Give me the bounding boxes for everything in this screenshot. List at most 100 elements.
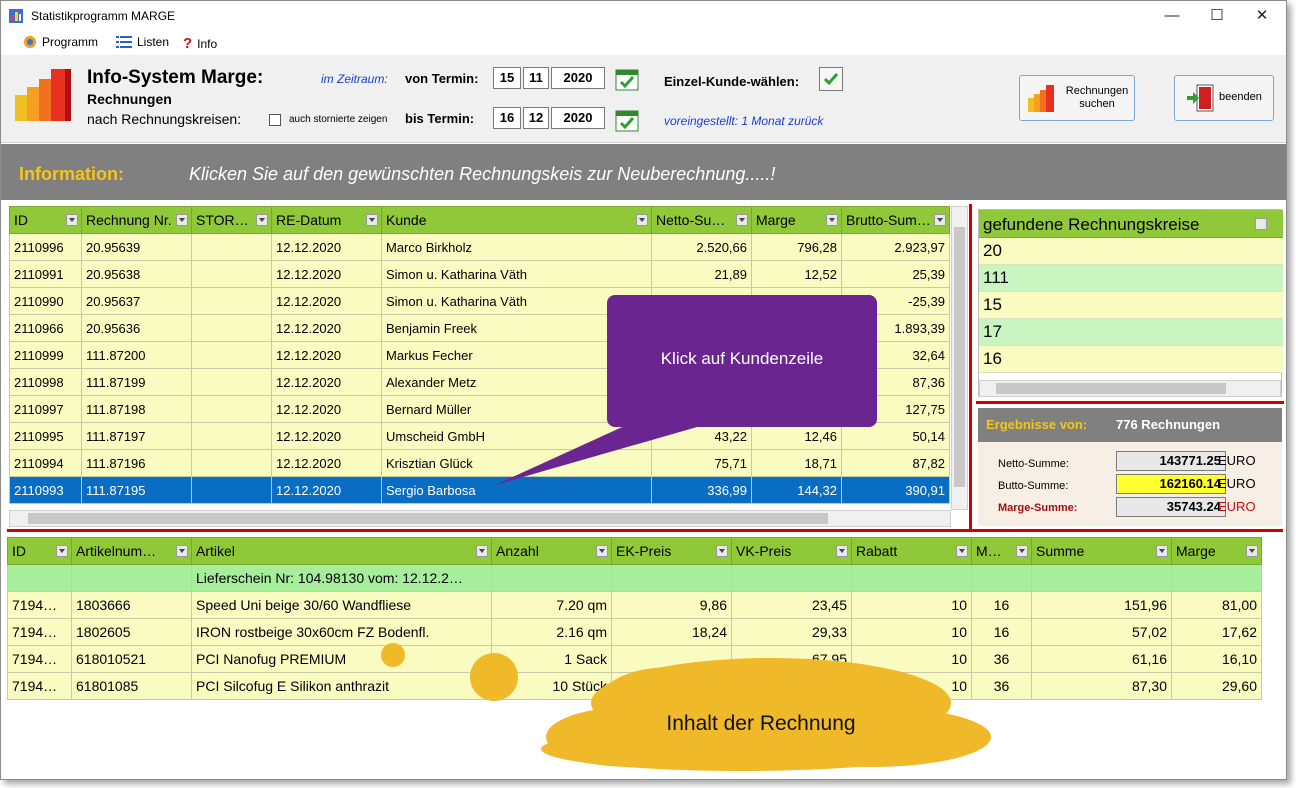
kreise-item[interactable]: 16 [979,346,1283,373]
table-cell: 2.923,97 [841,233,950,261]
von-year-input[interactable]: 2020 [551,67,605,89]
table-cell: Marco Birkholz [381,233,652,261]
table-cell: 2110966 [9,314,82,342]
brutto-value: 162160.14 [1116,474,1226,494]
dropdown-arrow-icon[interactable] [934,214,946,226]
dropdown-arrow-icon[interactable] [716,545,728,557]
items-col-header[interactable]: Artikelnum… [71,537,192,565]
table-row[interactable]: 2110996 20.95639 12.12.2020 Marco Birkholz 2… [9,233,950,261]
table-cell: 7.20 qm [491,591,612,619]
table-cell: 111.87195 [81,476,192,504]
kreise-item[interactable]: 20 [979,238,1283,265]
menu-info[interactable]: ? Info [183,35,217,52]
minimize-button[interactable]: — [1149,1,1195,31]
items-col-header[interactable]: Summe [1031,537,1172,565]
dropdown-arrow-icon[interactable] [636,214,648,226]
table-cell: 7194… [7,645,72,673]
invoice-col-label: Brutto-Sum… [846,212,931,228]
von-month-input[interactable]: 11 [523,67,549,89]
dropdown-arrow-icon[interactable] [256,214,268,226]
dropdown-arrow-icon[interactable] [836,545,848,557]
dropdown-arrow-icon[interactable] [366,214,378,226]
invoice-col-header[interactable]: Brutto-Sum… [841,206,950,234]
storno-checkbox[interactable] [269,114,281,126]
invoice-hscroll[interactable] [9,510,951,527]
menu-programm[interactable]: Programm [23,35,98,49]
items-col-label: Rabatt [856,543,898,559]
dropdown-arrow-icon[interactable] [476,545,488,557]
kreise-item[interactable]: 15 [979,292,1283,319]
dropdown-arrow-icon[interactable] [176,545,188,557]
kreise-item[interactable]: 17 [979,319,1283,346]
items-col-header[interactable]: Anzahl [491,537,612,565]
invoice-col-label: RE-Datum [276,212,342,228]
rechnungen-suchen-button[interactable]: Rechnungen suchen [1019,75,1135,121]
storno-label: auch stornierte zeigen [289,114,388,125]
invoice-col-header[interactable]: ID [9,206,82,234]
check-icon [823,73,839,86]
table-row[interactable]: 2110991 20.95638 12.12.2020 Simon u. Kathar… [9,260,950,288]
close-button[interactable]: ✕ [1239,1,1285,31]
calendar-check-icon[interactable] [615,108,639,132]
invoice-col-header[interactable]: Kunde [381,206,652,234]
table-cell: 16,10 [1171,645,1262,673]
table-cell: 618010521 [71,645,192,673]
items-col-header[interactable]: M… [971,537,1032,565]
invoice-col-header[interactable]: STOR… [191,206,272,234]
invoice-col-header[interactable]: RE-Datum [271,206,382,234]
dropdown-arrow-icon[interactable] [956,545,968,557]
lieferschein-row[interactable]: Lieferschein Nr: 104.98130 vom: 12.12.2… [7,564,1262,592]
page-subtitle-2: nach Rechnungskreisen: [87,111,242,127]
invoice-col-header[interactable]: Netto-Su… [651,206,752,234]
table-cell: 29,60 [1171,672,1262,700]
items-col-header[interactable]: VK-Preis [731,537,852,565]
bis-month-input[interactable]: 12 [523,107,549,129]
dropdown-arrow-icon[interactable] [1016,545,1028,557]
items-col-header[interactable]: Artikel [191,537,492,565]
bis-day-input[interactable]: 16 [493,107,521,129]
brutto-currency: EURO [1218,476,1256,491]
von-day-input[interactable]: 15 [493,67,521,89]
ergebnisse-count: 776 Rechnungen [1116,417,1221,432]
dropdown-arrow-icon[interactable] [66,214,78,226]
dropdown-arrow-icon[interactable] [826,214,838,226]
dropdown-arrow-icon[interactable] [56,545,68,557]
items-col-header[interactable]: Marge [1171,537,1262,565]
einzel-kunde-button[interactable] [819,67,843,91]
items-col-header[interactable]: Rabatt [851,537,972,565]
programm-icon [24,36,36,48]
table-cell: 2110999 [9,341,82,369]
kreise-header: gefundene Rechnungskreise [979,210,1283,238]
invoice-col-header[interactable]: Rechnung Nr. [81,206,192,234]
dropdown-arrow-icon[interactable] [736,214,748,226]
beenden-label: beenden [1219,91,1262,103]
invoice-col-label: Rechnung Nr. [86,212,172,228]
table-cell: 2110995 [9,422,82,450]
bis-year-input[interactable]: 2020 [551,107,605,129]
table-cell [191,395,272,423]
dropdown-arrow-icon[interactable] [596,545,608,557]
dropdown-arrow-icon[interactable] [1246,545,1258,557]
maximize-button[interactable]: ☐ [1194,1,1240,31]
table-cell [191,341,272,369]
dropdown-arrow-icon[interactable] [1156,545,1168,557]
invoice-col-header[interactable]: Marge [751,206,842,234]
items-col-header[interactable]: EK-Preis [611,537,732,565]
kreise-item[interactable]: 111 [979,265,1283,292]
information-bar: Information: Klicken Sie auf den gewünsc… [1,144,1286,200]
beenden-button[interactable]: beenden [1174,75,1274,121]
dropdown-arrow-icon[interactable] [176,214,188,226]
table-cell [191,233,272,261]
items-col-header[interactable]: ID [7,537,72,565]
page-subtitle: Rechnungen [87,91,172,107]
table-cell: 16 [971,591,1032,619]
kreise-hscroll[interactable] [979,380,1281,397]
table-cell: 12.12.2020 [271,260,382,288]
table-row[interactable]: 7194… 1803666 Speed Uni beige 30/60 Wandfl… [7,591,1262,619]
invoice-vscroll[interactable] [951,206,968,510]
ergebnisse-bar: Ergebnisse von: 776 Rechnungen [978,408,1282,442]
kreise-dropdown-icon[interactable] [1255,218,1267,230]
table-cell: 12.12.2020 [271,287,382,315]
menu-listen[interactable]: Listen [116,35,169,49]
calendar-check-icon[interactable] [615,67,639,91]
